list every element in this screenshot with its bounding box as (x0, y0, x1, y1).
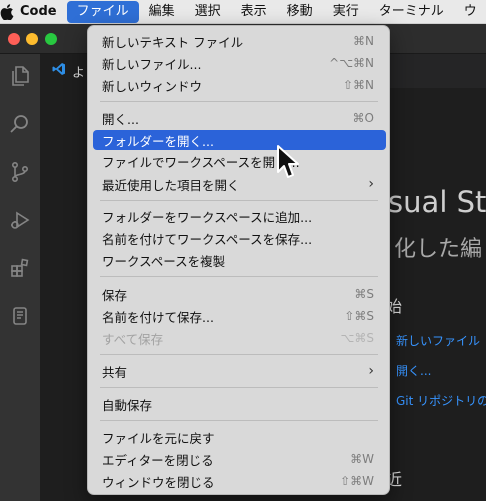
menu-item-open-folder[interactable]: フォルダーを開く... (93, 130, 386, 150)
menubar-run[interactable]: 実行 (323, 0, 369, 23)
menu-item-close-window[interactable]: ウィンドウを閉じる ⇧⌘W (93, 471, 386, 491)
menu-item-label: ファイルを元に戻す (102, 430, 215, 446)
menu-item-shortcut: ^⌥⌘N (329, 56, 374, 70)
source-control-icon[interactable] (0, 152, 40, 192)
menu-item-label: フォルダーを開く... (102, 133, 214, 149)
welcome-subtitle: 化した編 (394, 237, 483, 262)
menu-item-shortcut: ⌘N (353, 34, 374, 48)
minimize-window-button[interactable] (26, 33, 38, 45)
menubar-terminal[interactable]: ターミナル (369, 0, 454, 23)
menu-item-label: ワークスペースを複製 (102, 253, 226, 269)
menu-item-open[interactable]: 開く... ⌘O (93, 108, 386, 128)
menubar-view[interactable]: 表示 (231, 0, 277, 23)
menubar-app-name[interactable]: Code (14, 0, 67, 23)
remote-explorer-icon[interactable] (0, 296, 40, 336)
menu-item-add-folder-to-workspace[interactable]: フォルダーをワークスペースに追加... (93, 206, 386, 226)
extensions-icon[interactable] (0, 248, 40, 288)
menu-item-label: 名前を付けて保存... (102, 309, 214, 325)
menu-item-label: 新しいテキスト ファイル (102, 34, 244, 50)
menu-item-save-all[interactable]: すべて保存 ⌥⌘S (93, 328, 386, 348)
menu-item-revert-file[interactable]: ファイルを元に戻す (93, 427, 386, 447)
menu-item-label: フォルダーをワークスペースに追加... (102, 209, 313, 225)
menu-item-save-workspace-as[interactable]: 名前を付けてワークスペースを保存... (93, 228, 386, 248)
menu-item-label: 新しいファイル... (102, 56, 202, 72)
run-debug-icon[interactable] (0, 200, 40, 240)
search-icon[interactable] (0, 104, 40, 144)
menu-item-save-as[interactable]: 名前を付けて保存... ⇧⌘S (93, 306, 386, 326)
menu-item-label: 新しいウィンドウ (102, 78, 203, 94)
menu-item-shortcut: ⌥⌘S (340, 331, 374, 345)
welcome-git-clone-link[interactable]: Git リポジトリの (396, 392, 486, 409)
menu-item-auto-save[interactable]: 自動保存 (93, 394, 386, 414)
macos-menubar: Code ファイル 編集 選択 表示 移動 実行 ターミナル ウ (0, 0, 486, 24)
menu-item-label: 自動保存 (102, 397, 153, 413)
menu-item-open-recent[interactable]: 最近使用した項目を開く › (93, 174, 386, 194)
menu-separator (100, 200, 378, 201)
zoom-window-button[interactable] (45, 33, 57, 45)
menubar-edit[interactable]: 編集 (139, 0, 185, 23)
menu-item-shortcut: ⌘S (354, 287, 374, 301)
menu-item-label: 共有 (102, 364, 128, 380)
mouse-pointer-icon (276, 144, 304, 182)
menu-item-open-workspace-from-file[interactable]: ファイルでワークスペースを開く... (93, 151, 386, 171)
submenu-chevron-icon: › (368, 176, 374, 192)
menu-item-share[interactable]: 共有 › (93, 361, 386, 381)
menu-item-label: 最近使用した項目を開く (102, 177, 240, 193)
menu-item-shortcut: ⌘O (352, 111, 374, 125)
vscode-logo-icon (52, 62, 66, 80)
menu-item-shortcut: ⇧⌘W (340, 474, 374, 488)
menu-item-label: エディターを閉じる (102, 452, 214, 468)
menubar-go[interactable]: 移動 (277, 0, 323, 23)
menu-item-shortcut: ⇧⌘N (342, 78, 374, 92)
menu-item-label: 保存 (102, 287, 128, 303)
menu-item-save[interactable]: 保存 ⌘S (93, 284, 386, 304)
close-window-button[interactable] (8, 33, 20, 45)
menu-separator (100, 101, 378, 102)
welcome-title: isual St (380, 185, 486, 219)
menu-item-label: 名前を付けてワークスペースを保存... (102, 231, 313, 247)
menu-item-close-editor[interactable]: エディターを閉じる ⌘W (93, 449, 386, 469)
menubar-window[interactable]: ウ (454, 0, 486, 23)
menubar-file[interactable]: ファイル (66, 1, 139, 23)
menu-item-label: 開く... (102, 111, 139, 127)
menu-item-shortcut: ⇧⌘S (344, 309, 374, 323)
menu-item-new-file[interactable]: 新しいファイル... ^⌥⌘N (93, 53, 386, 73)
menu-separator (100, 420, 378, 421)
menu-separator (100, 276, 378, 277)
menu-item-new-text-file[interactable]: 新しいテキスト ファイル ⌘N (93, 31, 386, 51)
apple-icon[interactable] (0, 0, 14, 23)
explorer-icon[interactable] (0, 56, 40, 96)
file-menu-dropdown: 新しいテキスト ファイル ⌘N 新しいファイル... ^⌥⌘N 新しいウィンドウ ⇧⌘… (87, 25, 390, 495)
menubar-selection[interactable]: 選択 (185, 0, 231, 23)
menu-item-label: ファイルでワークスペースを開く... (102, 154, 300, 170)
menu-item-new-window[interactable]: 新しいウィンドウ ⇧⌘N (93, 75, 386, 95)
menu-item-duplicate-workspace[interactable]: ワークスペースを複製 (93, 250, 386, 270)
menu-separator (100, 387, 378, 388)
welcome-open-link[interactable]: 開く... (396, 362, 431, 379)
menu-item-shortcut: ⌘W (350, 452, 374, 466)
submenu-chevron-icon: › (368, 363, 374, 379)
menu-item-label: すべて保存 (102, 331, 164, 347)
activity-bar (0, 54, 40, 501)
welcome-new-file-link[interactable]: 新しいファイル (396, 332, 480, 349)
menu-separator (100, 354, 378, 355)
menu-item-label: ウィンドウを閉じる (102, 474, 215, 490)
